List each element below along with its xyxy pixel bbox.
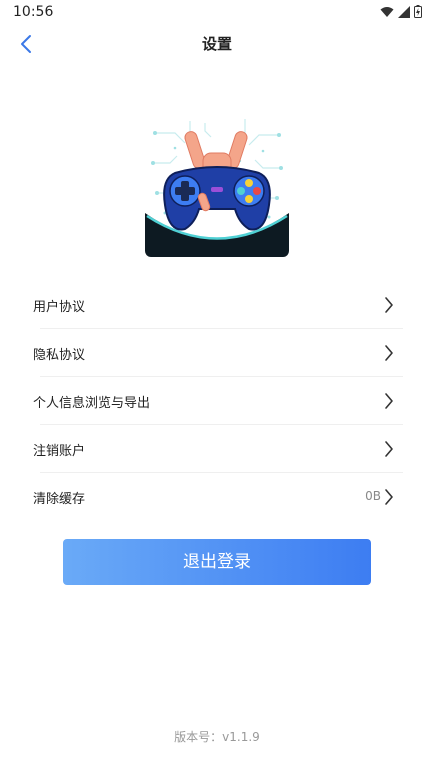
app-logo [145, 113, 289, 257]
menu-item-delete-account[interactable]: 注销账户 [0, 425, 434, 473]
cache-size-value: 0B [365, 489, 381, 503]
menu-item-user-agreement[interactable]: 用户协议 [0, 281, 434, 329]
nav-bar: 设置 [0, 24, 434, 64]
menu-item-personal-info-export[interactable]: 个人信息浏览与导出 [0, 377, 434, 425]
menu-item-label: 隐私协议 [33, 348, 86, 363]
chevron-right-icon [385, 345, 393, 361]
wifi-icon [380, 6, 394, 17]
settings-menu: 用户协议 隐私协议 个人信息浏览与导出 注销账户 清除缓存 0B [0, 281, 434, 521]
status-bar: 10:56 [0, 0, 434, 24]
chevron-right-icon [385, 489, 393, 505]
menu-item-label: 用户协议 [33, 300, 86, 315]
page-title: 设置 [201, 35, 232, 53]
battery-charging-icon [414, 5, 422, 18]
version-text: 版本号：v1.1.9 [174, 730, 260, 744]
menu-item-label: 注销账户 [33, 444, 86, 459]
status-icons [380, 5, 422, 18]
menu-item-label: 清除缓存 [33, 492, 86, 507]
chevron-right-icon [385, 297, 393, 313]
game-controller-hand-logo [145, 113, 289, 257]
menu-item-privacy-agreement[interactable]: 隐私协议 [0, 329, 434, 377]
chevron-right-icon [385, 393, 393, 409]
menu-item-label: 个人信息浏览与导出 [33, 396, 151, 411]
status-time: 10:56 [13, 4, 54, 20]
signal-icon [398, 5, 410, 18]
menu-item-clear-cache[interactable]: 清除缓存 0B [0, 473, 434, 521]
logout-button[interactable]: 退出登录 [63, 539, 371, 585]
chevron-right-icon [385, 441, 393, 457]
